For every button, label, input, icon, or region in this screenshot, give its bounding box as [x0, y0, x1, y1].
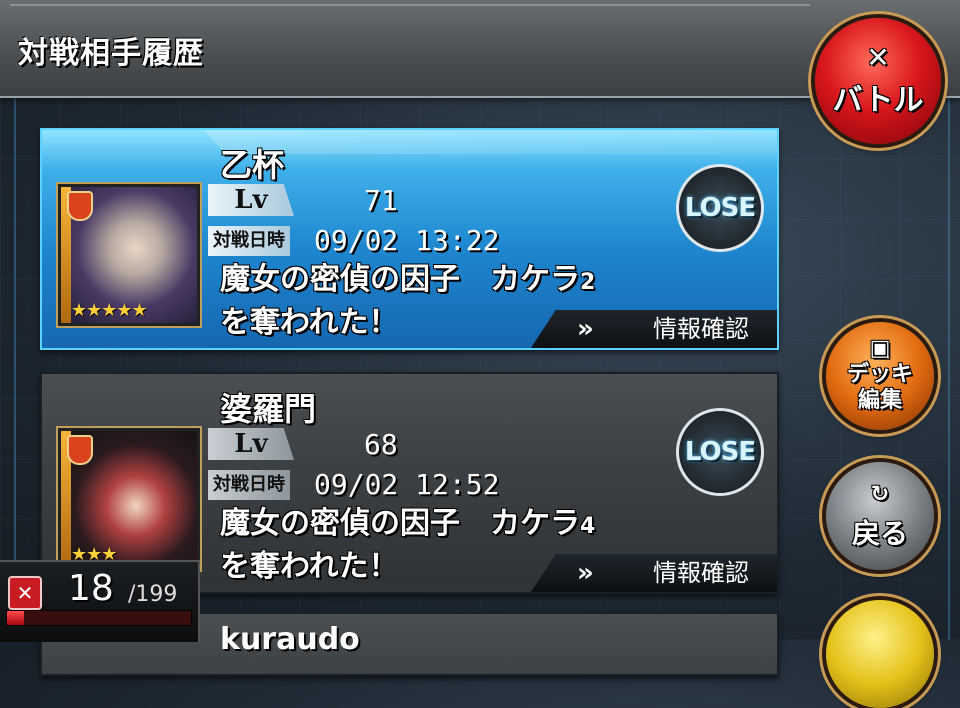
message-count: 2 [580, 270, 596, 295]
rarity-stars: ★★★★★ [71, 300, 148, 321]
attribute-shield-icon [67, 191, 93, 221]
level-label: Lv [208, 428, 294, 460]
info-check-button[interactable]: » 情報確認 [531, 310, 777, 348]
battle-date-value: 09/02 13:22 [314, 224, 500, 257]
deck-label-line1: デッキ [846, 362, 913, 387]
double-chevron-right-icon: » [577, 314, 594, 344]
message-line2: を奪われた！ [220, 549, 399, 584]
opponent-name: 乙杯 [220, 146, 285, 184]
back-label: 戻る [851, 517, 908, 550]
battle-label: バトル [832, 83, 924, 118]
stamina-max: /199 [128, 582, 178, 607]
history-card-1[interactable]: 乙杯 ★★★★★ Lv 71 対戦日時 09/02 13:22 魔女の密偵の因子… [40, 128, 779, 350]
battle-button[interactable]: ✕ バトル [815, 18, 941, 144]
battle-date-label: 対戦日時 [208, 470, 290, 500]
result-message: 魔女の密偵の因子 カケラ4 を奪われた！ [220, 504, 595, 587]
level-value: 71 [364, 184, 398, 217]
card-top-strip [42, 130, 777, 154]
message-line1: 魔女の密偵の因子 カケラ [220, 506, 580, 541]
deck-edit-button[interactable]: ▣ デッキ 編集 [826, 322, 934, 430]
attribute-shield-icon [67, 435, 93, 465]
deck-label-line2: 編集 [857, 388, 902, 413]
page-title: 対戦相手履歴 [18, 36, 204, 71]
battle-date-value: 09/02 12:52 [314, 468, 500, 501]
stamina-current: 18 [68, 568, 114, 609]
stamina-bar [6, 610, 192, 626]
info-check-button[interactable]: » 情報確認 [531, 554, 777, 592]
opponent-name: 婆羅門 [220, 390, 317, 428]
refresh-arrow-icon: ↻ [870, 482, 890, 507]
lose-badge: LOSE [676, 164, 764, 252]
battle-date-label: 対戦日時 [208, 226, 290, 256]
info-check-label: 情報確認 [653, 315, 749, 343]
stamina-bar-fill [7, 611, 24, 625]
level-label: Lv [208, 184, 294, 216]
deck-icon: ▣ [869, 336, 891, 361]
back-button[interactable]: ↻ 戻る [826, 462, 934, 570]
message-line2: を奪われた！ [220, 305, 399, 340]
opponent-avatar: ★★★ [58, 428, 200, 570]
opponent-avatar: ★★★★★ [58, 184, 200, 326]
yellow-menu-button[interactable] [826, 600, 934, 708]
crossed-swords-icon: ✕ [8, 576, 42, 610]
lose-badge: LOSE [676, 408, 764, 496]
header-highlight [10, 4, 810, 6]
info-check-label: 情報確認 [653, 559, 749, 587]
battle-stamina-panel: ✕ 18 /199 [0, 560, 200, 642]
result-message: 魔女の密偵の因子 カケラ2 を奪われた！ [220, 260, 595, 343]
level-value: 68 [364, 428, 398, 461]
crossed-swords-icon: ✕ [866, 41, 890, 74]
message-line1: 魔女の密偵の因子 カケラ [220, 262, 580, 297]
message-count: 4 [580, 514, 596, 539]
double-chevron-right-icon: » [577, 558, 594, 588]
